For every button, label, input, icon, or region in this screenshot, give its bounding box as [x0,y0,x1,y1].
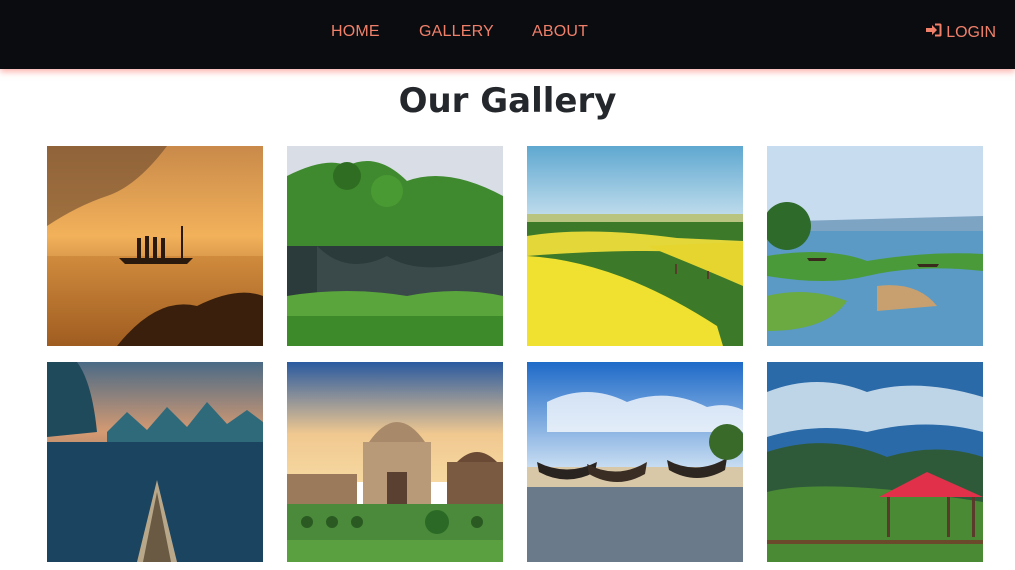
login-label: LOGIN [946,23,996,41]
gallery-photo-karst-boat[interactable] [47,362,263,562]
login-button[interactable]: LOGIN [926,23,996,42]
nav-link-gallery[interactable]: GALLERY [419,23,494,41]
gallery-photo-domed-mosque[interactable] [287,362,503,562]
gallery-photo-hilltop-gazebo[interactable] [767,362,983,562]
nav-link-about[interactable]: ABOUT [532,23,588,41]
gallery-photo-fishing-boats[interactable] [527,362,743,562]
gallery-title: Our Gallery [398,81,617,121]
gallery-photo-mustard-fields[interactable] [527,146,743,346]
nav-link-home[interactable]: HOME [331,23,380,41]
gallery-photo-hill-pond[interactable] [287,146,503,346]
sign-in-icon [926,23,942,42]
gallery-photo-lake-island[interactable] [767,146,983,346]
gallery-photo-sunrise-river[interactable] [47,146,263,346]
top-navbar: HOME GALLERY ABOUT LOGIN [0,0,1015,69]
